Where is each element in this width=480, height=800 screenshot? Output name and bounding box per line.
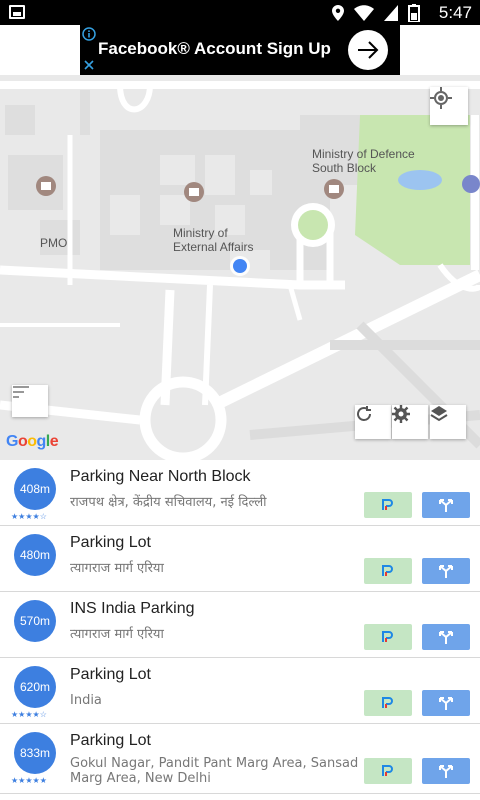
- distance-badge: 408m: [14, 468, 56, 510]
- signal-icon: [384, 5, 398, 21]
- parking-address: Gokul Nagar, Pandit Pant Marg Area, Sans…: [70, 756, 359, 786]
- parking-address: त्यागराज मार्ग एरिया: [70, 627, 164, 642]
- parking-icon: [382, 697, 393, 708]
- list-item[interactable]: 620m ★★★★☆ Parking Lot India: [0, 658, 480, 724]
- ad-arrow-button[interactable]: [348, 30, 388, 70]
- layers-button[interactable]: [430, 405, 466, 439]
- settings-button[interactable]: [392, 405, 428, 439]
- rating-stars: ★★★★☆: [11, 710, 47, 719]
- parking-address: राजपथ क्षेत्र, केंद्रीय सचिवालय, नई दिल्…: [70, 495, 267, 510]
- parking-title: Parking Near North Block: [70, 468, 251, 485]
- parking-details-button[interactable]: [364, 558, 412, 584]
- directions-icon: [439, 499, 453, 512]
- distance-badge: 480m: [14, 534, 56, 576]
- system-icons: [332, 3, 420, 23]
- ad-banner[interactable]: Facebook® Account Sign Up: [80, 25, 400, 75]
- battery-icon: [408, 4, 420, 22]
- location-icon: [332, 5, 344, 21]
- map-graphics: [0, 75, 480, 460]
- directions-icon: [439, 631, 453, 644]
- rating-stars: ★★★★★: [11, 776, 47, 785]
- parking-details-button[interactable]: [364, 758, 412, 784]
- ad-area: Facebook® Account Sign Up: [0, 25, 480, 75]
- ad-text[interactable]: Facebook® Account Sign Up: [98, 39, 331, 59]
- ad-info-icon[interactable]: [82, 27, 96, 41]
- map[interactable]: Ministry of Defence South Block Ministry…: [0, 75, 480, 460]
- parking-title: Parking Lot: [70, 534, 151, 551]
- map-label-pmo: PMO: [40, 236, 68, 250]
- navigate-button[interactable]: [422, 624, 470, 650]
- directions-icon: [439, 765, 453, 778]
- rating-stars: ★★★★☆: [11, 512, 47, 521]
- parking-title: Parking Lot: [70, 666, 151, 683]
- distance-badge: 620m: [14, 666, 56, 708]
- parking-details-button[interactable]: [364, 492, 412, 518]
- directions-icon: [439, 565, 453, 578]
- parking-list: 408m ★★★★☆ Parking Near North Block राजप…: [0, 460, 480, 800]
- gear-icon: [392, 405, 410, 423]
- list-item[interactable]: 833m ★★★★★ Parking Lot Gokul Nagar, Pand…: [0, 724, 480, 794]
- google-logo: Google: [6, 433, 59, 450]
- layers-icon: [430, 406, 448, 422]
- parking-icon: [382, 765, 393, 776]
- status-bar: 5:47: [0, 0, 480, 25]
- map-label-ministry-defence: Ministry of Defence South Block: [312, 147, 415, 175]
- navigate-button[interactable]: [422, 558, 470, 584]
- parking-icon: [382, 565, 393, 576]
- wifi-icon: [354, 5, 374, 21]
- parking-details-button[interactable]: [364, 624, 412, 650]
- clock: 5:47: [438, 3, 472, 22]
- parking-title: INS India Parking: [70, 600, 195, 617]
- parking-address: त्यागराज मार्ग एरिया: [70, 561, 164, 576]
- parking-address: India: [70, 693, 102, 708]
- refresh-icon: [357, 406, 371, 421]
- distance-badge: 833m: [14, 732, 56, 774]
- navigate-button[interactable]: [422, 690, 470, 716]
- ad-close-icon[interactable]: [82, 58, 96, 72]
- distance-badge: 570m: [14, 600, 56, 642]
- parking-icon: [382, 499, 393, 510]
- my-location-button[interactable]: [430, 87, 468, 125]
- filter-button[interactable]: [12, 385, 48, 417]
- refresh-button[interactable]: [355, 405, 391, 439]
- map-label-ministry-external: Ministry of External Affairs: [173, 226, 254, 254]
- image-notification-icon: [9, 5, 25, 19]
- navigate-button[interactable]: [422, 492, 470, 518]
- list-item[interactable]: 480m Parking Lot त्यागराज मार्ग एरिया: [0, 526, 480, 592]
- parking-details-button[interactable]: [364, 690, 412, 716]
- sort-icon: [13, 386, 29, 398]
- directions-icon: [439, 697, 453, 710]
- list-item[interactable]: 570m INS India Parking त्यागराज मार्ग एर…: [0, 592, 480, 658]
- navigate-button[interactable]: [422, 758, 470, 784]
- parking-title: Parking Lot: [70, 732, 151, 749]
- my-location-icon: [430, 87, 452, 109]
- list-item[interactable]: 408m ★★★★☆ Parking Near North Block राजप…: [0, 460, 480, 526]
- arrow-right-icon: [358, 41, 379, 59]
- parking-icon: [382, 631, 393, 642]
